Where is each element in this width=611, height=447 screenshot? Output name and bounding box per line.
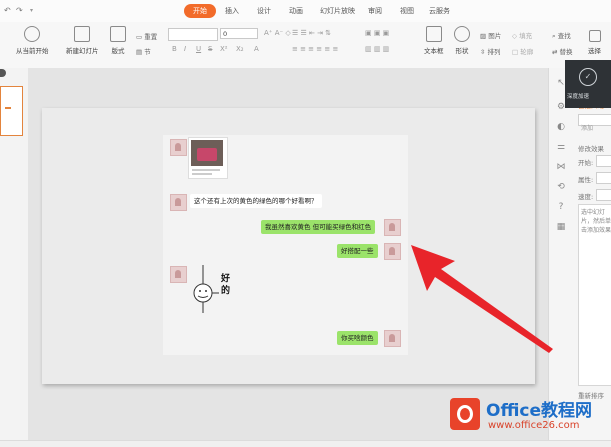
arrange-button[interactable]: ⇳ 排列 [480,46,501,56]
layout-button[interactable]: 版式 [110,26,126,55]
tab-insert[interactable]: 插入 [225,4,239,18]
property-select[interactable] [596,172,611,184]
new-slide-icon [74,26,91,42]
tab-start[interactable]: 开始 [184,4,216,18]
tab-review[interactable]: 审阅 [368,4,382,18]
chat-bubble-reply-3: 你买啥颜色 [337,331,378,345]
play-from-current-button[interactable]: 从当前开始 [16,26,49,55]
start-label: 开始: [578,159,594,167]
avatar [384,330,401,347]
layout-icon [110,26,126,42]
tab-slideshow[interactable]: 幻灯片放映 [320,4,355,18]
align-left-icon[interactable]: ≡ ≡ ≡ ≡ ≡ ≡ [292,45,338,53]
underline-button[interactable]: U [196,45,201,53]
property-label: 属性: [578,176,594,184]
strikethrough-button[interactable]: S [208,45,212,53]
watermark-url: www.office26.com [488,420,580,431]
select-icon [588,30,601,42]
shape-icon [454,26,470,42]
help-icon[interactable]: ? [556,202,566,212]
menu-tab-bar: ↶ ↷ ▾ 开始 插入 设计 动画 幻灯片放映 审阅 视图 云服务 [0,0,611,23]
bullet-list-icon[interactable]: ☰ ☰ ⇤ ⇥ ⇅ [292,29,331,37]
sticker-image: 好的 [189,263,243,315]
font-grow-icon[interactable]: A⁺ A⁻ ◇ [264,29,291,37]
redo-icon[interactable]: ↷ [16,4,23,18]
avatar [384,243,401,260]
textbox-button[interactable]: 文本框 [424,26,444,55]
modify-effect-label: 修改效果 [578,145,604,153]
speedup-popup[interactable]: ✓ 深度加速 [565,60,611,108]
reset-button[interactable]: ▭ 重置 [136,31,157,41]
grid-icon[interactable]: ▦ [556,222,566,232]
undo-icon[interactable]: ↶ [4,4,11,18]
columns-icon[interactable]: ▥ ▥ ▥ [365,45,389,53]
fill-button[interactable]: ◇ 填充 [512,30,532,40]
animation-hint: 选中幻灯片，然后单击添加效果 [581,209,611,234]
speed-label: 速度: [578,193,594,201]
shield-icon: ✓ [579,68,597,86]
italic-button[interactable]: I [184,45,186,53]
watermark-brand: Office教程网 [486,401,593,421]
font-name-combo[interactable] [168,28,218,41]
picture-button[interactable]: ▨ 图片 [480,30,501,40]
handbag-image [197,148,217,161]
thumbnail-mark [5,107,11,109]
tab-animation[interactable]: 动画 [289,4,303,18]
font-color-button[interactable]: A [254,45,259,53]
quick-access-dropdown-icon[interactable]: ▾ [30,4,33,18]
text-direction-icon[interactable]: ▣ ▣ ▣ [365,29,389,37]
select-button[interactable]: 选择 [588,30,601,55]
product-photo [188,137,228,179]
shape-button[interactable]: 形状 [454,26,470,55]
add-effect-button[interactable]: 添加 [578,114,611,132]
chat-bubble-question: 这个还有上次的黄色的绿色的哪个好看啊？ [190,194,322,208]
outline-button[interactable]: □ 轮廓 [512,46,533,56]
subscript-button[interactable]: X₂ [236,45,244,53]
superscript-button[interactable]: X² [220,45,228,53]
sticker-text: 好的 [221,274,231,296]
find-button[interactable]: ⌕ 查找 [552,30,571,41]
tab-cloud[interactable]: 云服务 [429,4,450,18]
history-icon[interactable]: ⟲ [556,182,566,192]
avatar [170,266,187,283]
sticker-drawing [193,265,219,313]
play-icon [24,26,41,42]
start-select[interactable] [596,155,611,167]
tab-view[interactable]: 视图 [400,4,414,18]
settings-icon[interactable]: ⚌ [556,142,566,152]
slide-thumbnail[interactable] [0,86,23,136]
office-logo [450,398,480,430]
animation-list[interactable]: 选中幻灯片，然后单击添加效果 [578,204,611,386]
speed-select[interactable] [596,189,611,201]
new-slide-button[interactable]: 新建幻灯片 [66,26,99,55]
section-button[interactable]: ▤ 节 [136,46,151,56]
replace-button[interactable]: ⇄ 替换 [552,46,573,56]
textbox-icon [425,26,442,42]
avatar [170,194,187,211]
font-size-combo[interactable]: 0 [220,28,258,39]
share-icon[interactable]: ⋈ [556,162,566,172]
avatar [384,219,401,236]
avatar [170,139,187,156]
chat-bubble-reply-1: 我虽然喜欢黄色 但可能买绿色和红色 [261,220,376,234]
annotation-arrow [411,245,553,353]
watermark: Office教程网 www.office26.com [448,392,611,446]
ribbon-toolbar: 从当前开始 新建幻灯片 版式 ▭ 重置 ▤ 节 0 A⁺ A⁻ ◇ B I U … [0,22,611,69]
chat-bubble-reply-2: 好搭配一些 [337,244,378,258]
tab-design[interactable]: 设计 [257,4,271,18]
bold-button[interactable]: B [172,45,177,53]
popup-label: 深度加速 [567,94,590,100]
chat-screenshot[interactable]: 这个还有上次的黄色的绿色的哪个好看啊？ 我虽然喜欢黄色 但可能买绿色和红色 好搭… [163,135,408,355]
shape-icon[interactable]: ◐ [556,122,566,132]
